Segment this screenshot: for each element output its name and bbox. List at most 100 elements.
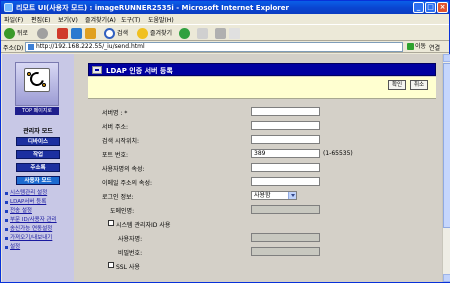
menu-edit[interactable]: 편집(E) xyxy=(31,15,51,24)
bullet-icon xyxy=(5,246,8,249)
main-panel: LDAP 인증 서버 등록 확인 취소 서버명 : * 서버 주소: 검색 시작… xyxy=(88,63,436,282)
action-bar xyxy=(88,77,436,99)
browser-window: 리모트 UI(사용자 모드) : imageRUNNER2535i - Micr… xyxy=(0,0,450,283)
search-start-input[interactable] xyxy=(251,135,320,144)
window-title: 리모트 UI(사용자 모드) : imageRUNNER2535i - Micr… xyxy=(16,4,289,12)
user-name-label: 사용자명: xyxy=(118,236,143,243)
ssl-checkbox[interactable] xyxy=(108,262,114,268)
ok-button[interactable]: 확인 xyxy=(388,80,406,90)
top-page-link[interactable]: TOP 페이지로 xyxy=(15,107,59,115)
bullet-icon xyxy=(5,228,8,231)
username-attr-input[interactable] xyxy=(251,163,320,172)
star-icon xyxy=(137,28,148,39)
login-info-label: 로그인 정보: xyxy=(102,194,134,201)
sidebar-title: 관리자 모드 xyxy=(23,128,53,135)
search-start-label: 검색 시작위치: xyxy=(102,138,140,145)
form-row-domain: 도메인명: xyxy=(88,204,436,215)
menu-help[interactable]: 도움말(H) xyxy=(148,15,174,24)
sidebar-link-send-settings[interactable]: 전송 설정 xyxy=(4,208,72,215)
username-attr-label: 사용자명의 속성: xyxy=(102,166,145,173)
sidebar-link-dept-id[interactable]: 부문 ID/사용자 관리 xyxy=(4,217,72,224)
menu-view[interactable]: 보기(V) xyxy=(58,15,78,24)
form-row-user-name: 사용자명: xyxy=(88,232,436,243)
wrench-icon xyxy=(24,68,50,92)
scroll-up-icon[interactable] xyxy=(443,54,450,62)
port-input[interactable]: 389 xyxy=(251,149,320,158)
search-icon xyxy=(104,28,115,39)
history-button[interactable] xyxy=(179,27,192,40)
page-content: TOP 페이지로 관리자 모드 디바이스 작업 주소록 사용자 모드 시스템관리… xyxy=(2,54,442,282)
page-title: LDAP 인증 서버 등록 xyxy=(106,67,173,75)
home-button[interactable] xyxy=(85,27,98,40)
menu-bar: 파일(F) 편집(E) 보기(V) 즐겨찾기(A) 도구(T) 도움말(H) xyxy=(1,14,449,24)
form-row-username-attr: 사용자명의 속성: xyxy=(88,162,436,173)
sidebar-link-ldap[interactable]: LDAP서버 등록 xyxy=(4,199,72,206)
forward-arrow-icon xyxy=(37,28,48,39)
cancel-button[interactable]: 취소 xyxy=(410,80,428,90)
stop-button[interactable] xyxy=(57,27,70,40)
back-button[interactable]: 뒤로 xyxy=(4,27,28,40)
nav-address-book[interactable]: 주소록 xyxy=(16,163,60,172)
bullet-icon xyxy=(5,237,8,240)
nav-job[interactable]: 작업 xyxy=(16,150,60,159)
print-icon xyxy=(215,28,226,39)
form-row-server-address: 서버 주소: xyxy=(88,120,436,131)
login-info-select[interactable]: 사용함 xyxy=(251,191,297,200)
nav-user-mode[interactable]: 사용자 모드 xyxy=(16,176,60,185)
sidebar-link-import-export[interactable]: 가져오기/내보내기 xyxy=(4,235,72,242)
form-row-port: 포트 번호: 389 (1-65535) xyxy=(88,148,436,159)
go-button[interactable]: 이동 xyxy=(407,42,427,52)
user-name-input[interactable] xyxy=(251,233,320,242)
server-name-label: 서버명 : * xyxy=(102,110,128,117)
email-attr-input[interactable] xyxy=(251,177,320,186)
vertical-scrollbar[interactable] xyxy=(442,54,450,282)
back-arrow-icon xyxy=(4,28,15,39)
bullet-icon xyxy=(5,192,8,195)
mail-button[interactable] xyxy=(197,27,210,40)
search-button[interactable]: 검색 xyxy=(104,27,128,40)
scroll-down-icon[interactable] xyxy=(443,274,450,282)
sidebar-link-system-settings[interactable]: 시스템관리 설정 xyxy=(4,190,72,197)
port-label: 포트 번호: xyxy=(102,152,129,159)
ie-icon xyxy=(4,3,13,12)
form-row-ssl: SSL 사용 xyxy=(88,260,436,271)
edit-button[interactable] xyxy=(229,27,242,40)
bullet-icon xyxy=(5,219,8,222)
panel-header: LDAP 인증 서버 등록 xyxy=(88,63,436,76)
refresh-button[interactable] xyxy=(71,27,84,40)
sidebar-link-settings[interactable]: 설정 xyxy=(4,244,72,251)
address-label: 주소(D) xyxy=(3,45,24,52)
menu-tools[interactable]: 도구(T) xyxy=(121,15,140,24)
go-arrow-icon xyxy=(407,43,414,50)
address-input[interactable]: http://192.168.222.55/_iu/send.html xyxy=(25,42,403,52)
bullet-icon xyxy=(5,210,8,213)
print-button[interactable] xyxy=(215,27,228,40)
server-name-input[interactable] xyxy=(251,107,320,116)
close-icon[interactable]: × xyxy=(437,2,448,13)
refresh-icon xyxy=(71,28,82,39)
nav-device[interactable]: 디바이스 xyxy=(16,137,60,146)
domain-input[interactable] xyxy=(251,205,320,214)
menu-file[interactable]: 파일(F) xyxy=(4,15,23,24)
server-address-input[interactable] xyxy=(251,121,320,130)
ssl-label: SSL 사용 xyxy=(116,264,140,271)
toolbar: 뒤로 검색 즐겨찾기 xyxy=(1,24,449,41)
title-bar: 리모트 UI(사용자 모드) : imageRUNNER2535i - Micr… xyxy=(1,1,449,14)
top-page-logo[interactable] xyxy=(15,62,59,106)
menu-favorites[interactable]: 즐겨찾기(A) xyxy=(85,15,116,24)
page-icon xyxy=(28,44,34,50)
password-input[interactable] xyxy=(251,247,320,256)
favorites-button[interactable]: 즐겨찾기 xyxy=(137,27,172,40)
links-button[interactable]: 연결 xyxy=(429,43,440,52)
maximize-icon[interactable]: □ xyxy=(425,2,436,13)
stop-icon xyxy=(57,28,68,39)
mail-icon xyxy=(197,28,208,39)
use-admin-checkbox[interactable] xyxy=(108,220,114,226)
scroll-thumb[interactable] xyxy=(443,63,450,228)
history-icon xyxy=(179,28,190,39)
forward-button[interactable] xyxy=(37,27,50,40)
sidebar-link-send-link[interactable]: 송신가능 연동설정 xyxy=(4,226,72,233)
form-row-search-start: 검색 시작위치: xyxy=(88,134,436,145)
sidebar-links: 시스템관리 설정 LDAP서버 등록 전송 설정 부문 ID/사용자 관리 송신… xyxy=(4,190,72,253)
minimize-icon[interactable]: _ xyxy=(413,2,424,13)
